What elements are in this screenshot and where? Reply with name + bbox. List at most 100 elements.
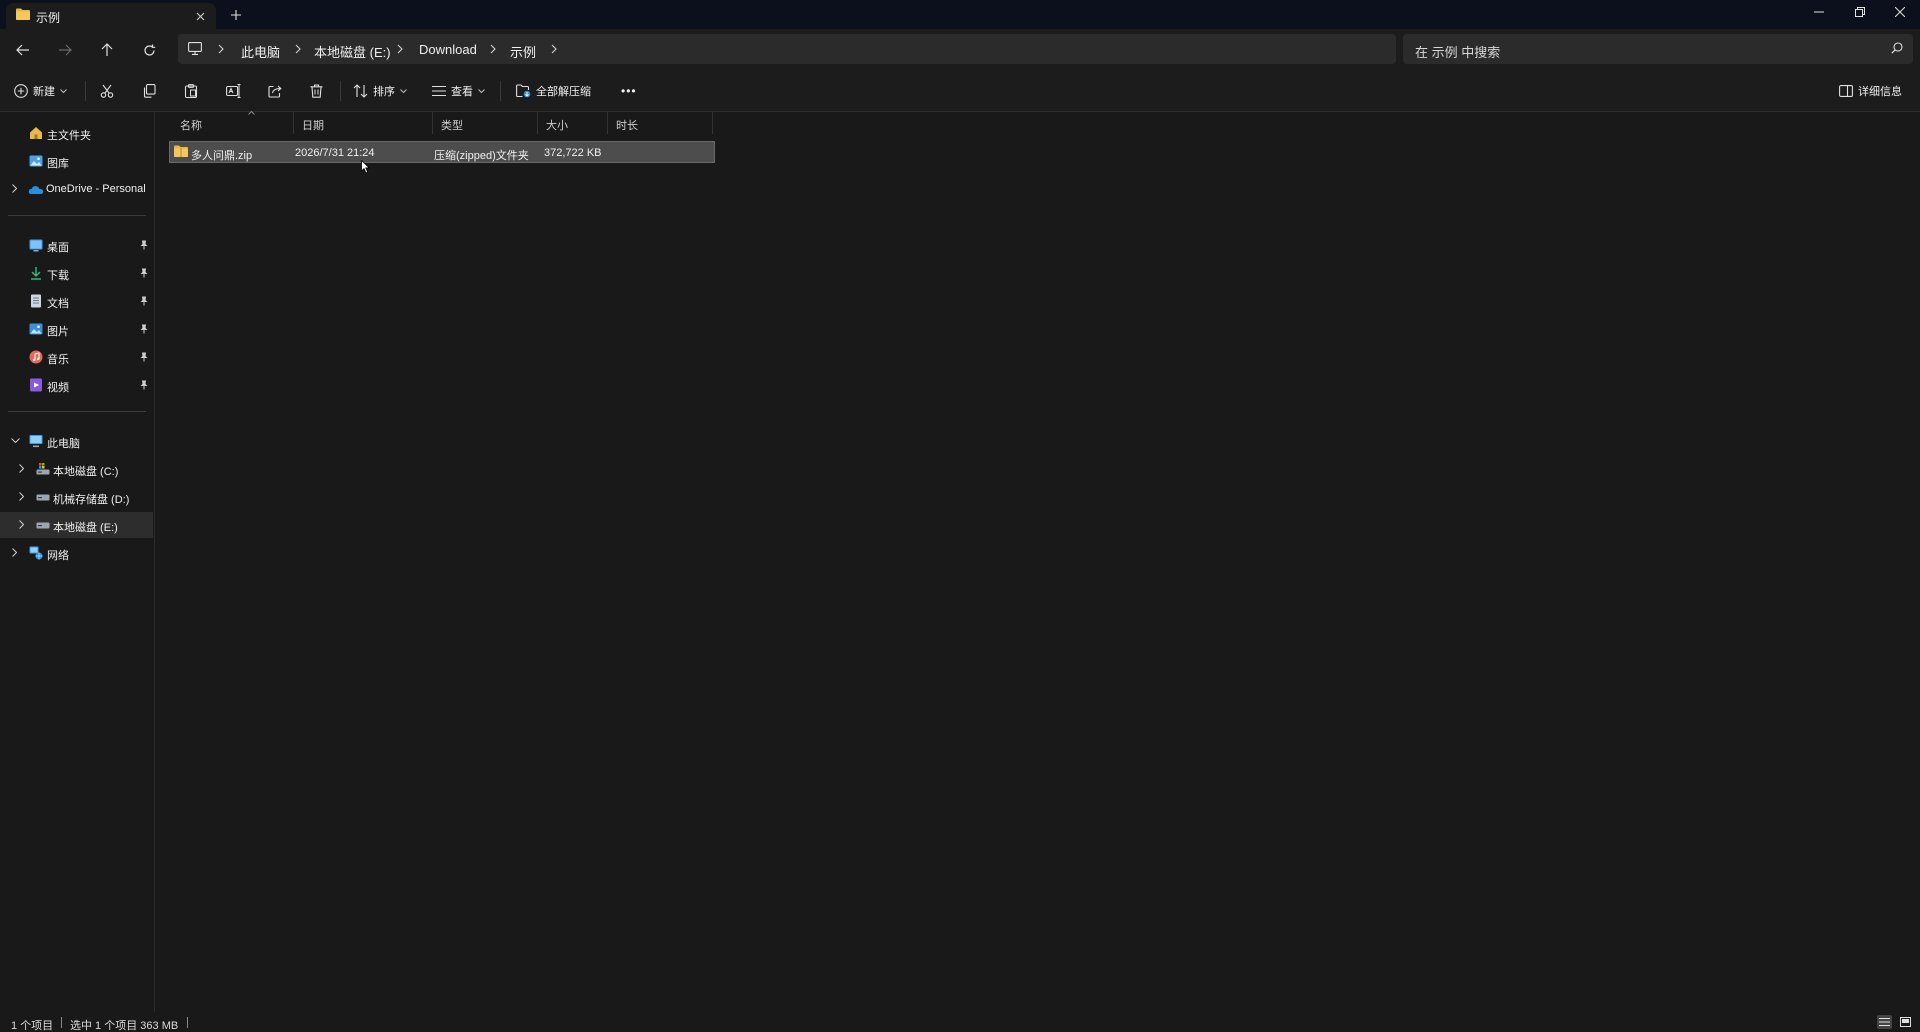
- chevron-right-icon[interactable]: [490, 44, 496, 54]
- more-options-button[interactable]: •••: [621, 81, 637, 101]
- sidebar-item-drive-c[interactable]: 本地磁盘 (C:): [0, 456, 153, 482]
- back-button[interactable]: [12, 39, 34, 61]
- sidebar-item-gallery[interactable]: 图库: [0, 148, 153, 174]
- sidebar-item-desktop[interactable]: 桌面: [0, 232, 153, 258]
- chevron-right-icon[interactable]: [295, 44, 301, 54]
- breadcrumb-download[interactable]: Download: [419, 42, 477, 57]
- extract-all-button[interactable]: 全部解压缩: [516, 81, 591, 101]
- sidebar-item-documents[interactable]: 文档: [0, 288, 153, 314]
- paste-button[interactable]: [184, 81, 198, 101]
- computer-icon[interactable]: [188, 42, 202, 55]
- separator: [85, 81, 86, 101]
- breadcrumb-this-pc[interactable]: 此电脑: [241, 42, 280, 61]
- pin-icon[interactable]: [140, 352, 148, 362]
- extract-icon: [516, 84, 531, 98]
- pin-icon[interactable]: [140, 380, 148, 390]
- details-label: 详细信息: [1858, 86, 1902, 98]
- command-bar: 新建 排序 查看 全部解压缩 ••• 详细信息: [0, 69, 1920, 112]
- sidebar-item-label: 本地磁盘 (E:): [53, 522, 118, 534]
- chevron-down-icon[interactable]: [11, 438, 20, 443]
- new-tab-button[interactable]: [228, 7, 244, 23]
- sidebar-item-home[interactable]: 主文件夹: [0, 120, 153, 146]
- view-button[interactable]: 查看: [432, 81, 485, 101]
- sidebar-item-music[interactable]: 音乐: [0, 344, 153, 370]
- column-header-name[interactable]: 名称: [172, 111, 294, 134]
- rename-button[interactable]: [226, 81, 241, 101]
- column-header-date[interactable]: 日期: [294, 112, 433, 134]
- item-count: 1 个项目: [11, 1020, 54, 1032]
- copy-icon: [142, 84, 156, 98]
- pin-icon[interactable]: [140, 324, 148, 334]
- chevron-right-icon[interactable]: [218, 44, 224, 54]
- column-header-type[interactable]: 类型: [433, 112, 538, 134]
- sidebar-item-downloads[interactable]: 下载: [0, 260, 153, 286]
- pin-icon[interactable]: [140, 296, 148, 306]
- breadcrumb-drive-e[interactable]: 本地磁盘 (E:): [314, 42, 391, 61]
- tiles-view-icon[interactable]: [1898, 1015, 1913, 1029]
- sidebar-item-videos[interactable]: 视频: [0, 372, 153, 398]
- mouse-cursor-icon: [361, 160, 371, 174]
- pin-icon[interactable]: [140, 240, 148, 250]
- chevron-right-icon[interactable]: [19, 492, 24, 501]
- home-icon: [29, 126, 43, 140]
- sidebar-item-drive-d[interactable]: 机械存储盘 (D:): [0, 484, 153, 510]
- selection-info: 选中 1 个项目 363 MB: [70, 1020, 179, 1032]
- chevron-right-icon[interactable]: [397, 44, 403, 54]
- trash-icon: [310, 84, 323, 98]
- chevron-down-icon: [60, 88, 67, 94]
- chevron-right-icon[interactable]: [19, 464, 24, 473]
- breadcrumb-current-folder[interactable]: 示例: [510, 42, 536, 61]
- forward-button[interactable]: [54, 39, 76, 61]
- chevron-down-icon: [400, 88, 407, 94]
- sidebar-item-label: 图库: [47, 158, 69, 170]
- chevron-down-icon: [478, 88, 485, 94]
- column-header-size[interactable]: 大小: [538, 112, 608, 134]
- close-tab-icon[interactable]: [192, 8, 208, 24]
- drive-icon: [36, 490, 50, 504]
- sidebar-item-pictures[interactable]: 图片: [0, 316, 153, 342]
- refresh-button[interactable]: [138, 39, 160, 61]
- chevron-right-icon[interactable]: [12, 548, 17, 557]
- gallery-icon: [29, 154, 43, 168]
- view-label: 查看: [451, 86, 473, 98]
- chevron-right-icon[interactable]: [551, 44, 557, 54]
- up-button[interactable]: [96, 39, 118, 61]
- close-window-button[interactable]: [1888, 3, 1912, 21]
- sidebar-item-network[interactable]: 网络: [0, 540, 153, 566]
- sidebar-item-drive-e[interactable]: 本地磁盘 (E:): [0, 512, 153, 538]
- desktop-icon: [29, 238, 43, 252]
- table-row[interactable]: 多人问鼎.zip 2026/7/31 21:24 压缩(zipped)文件夹 3…: [169, 141, 715, 163]
- sidebar-item-this-pc[interactable]: 此电脑: [0, 428, 153, 454]
- minimize-button[interactable]: [1807, 3, 1831, 21]
- network-icon: [29, 546, 43, 560]
- sidebar-item-label: 网络: [47, 550, 69, 562]
- sidebar-item-onedrive[interactable]: OneDrive - Personal: [0, 176, 153, 202]
- search-icon[interactable]: [1891, 42, 1903, 54]
- chevron-right-icon[interactable]: [19, 520, 24, 529]
- chevron-right-icon[interactable]: [12, 184, 17, 193]
- restore-button[interactable]: [1848, 3, 1872, 21]
- pin-icon[interactable]: [140, 268, 148, 278]
- download-icon: [29, 266, 43, 280]
- column-header-duration[interactable]: 时长: [608, 112, 713, 134]
- delete-button[interactable]: [310, 81, 323, 101]
- zip-folder-icon: [174, 145, 188, 157]
- tab-label: 示例: [36, 11, 61, 25]
- sort-button[interactable]: 排序: [353, 81, 407, 101]
- sidebar-item-label: 桌面: [47, 242, 69, 254]
- copy-button[interactable]: [142, 81, 156, 101]
- new-label: 新建: [33, 86, 55, 98]
- share-button[interactable]: [268, 81, 282, 101]
- new-button[interactable]: 新建: [14, 81, 67, 101]
- tab-current[interactable]: 示例: [6, 3, 216, 29]
- sidebar-item-label: 本地磁盘 (C:): [53, 466, 119, 478]
- details-view-icon[interactable]: [1877, 1015, 1892, 1029]
- cut-button[interactable]: [100, 81, 114, 101]
- file-size: 372,722 KB: [544, 147, 602, 159]
- document-icon: [29, 294, 43, 308]
- details-pane-button[interactable]: 详细信息: [1839, 81, 1902, 101]
- separator: [61, 1017, 62, 1028]
- search-input[interactable]: 在 示例 中搜索: [1403, 34, 1913, 64]
- breadcrumb[interactable]: 此电脑 本地磁盘 (E:) Download 示例: [178, 34, 1396, 64]
- sidebar-divider: [8, 411, 146, 412]
